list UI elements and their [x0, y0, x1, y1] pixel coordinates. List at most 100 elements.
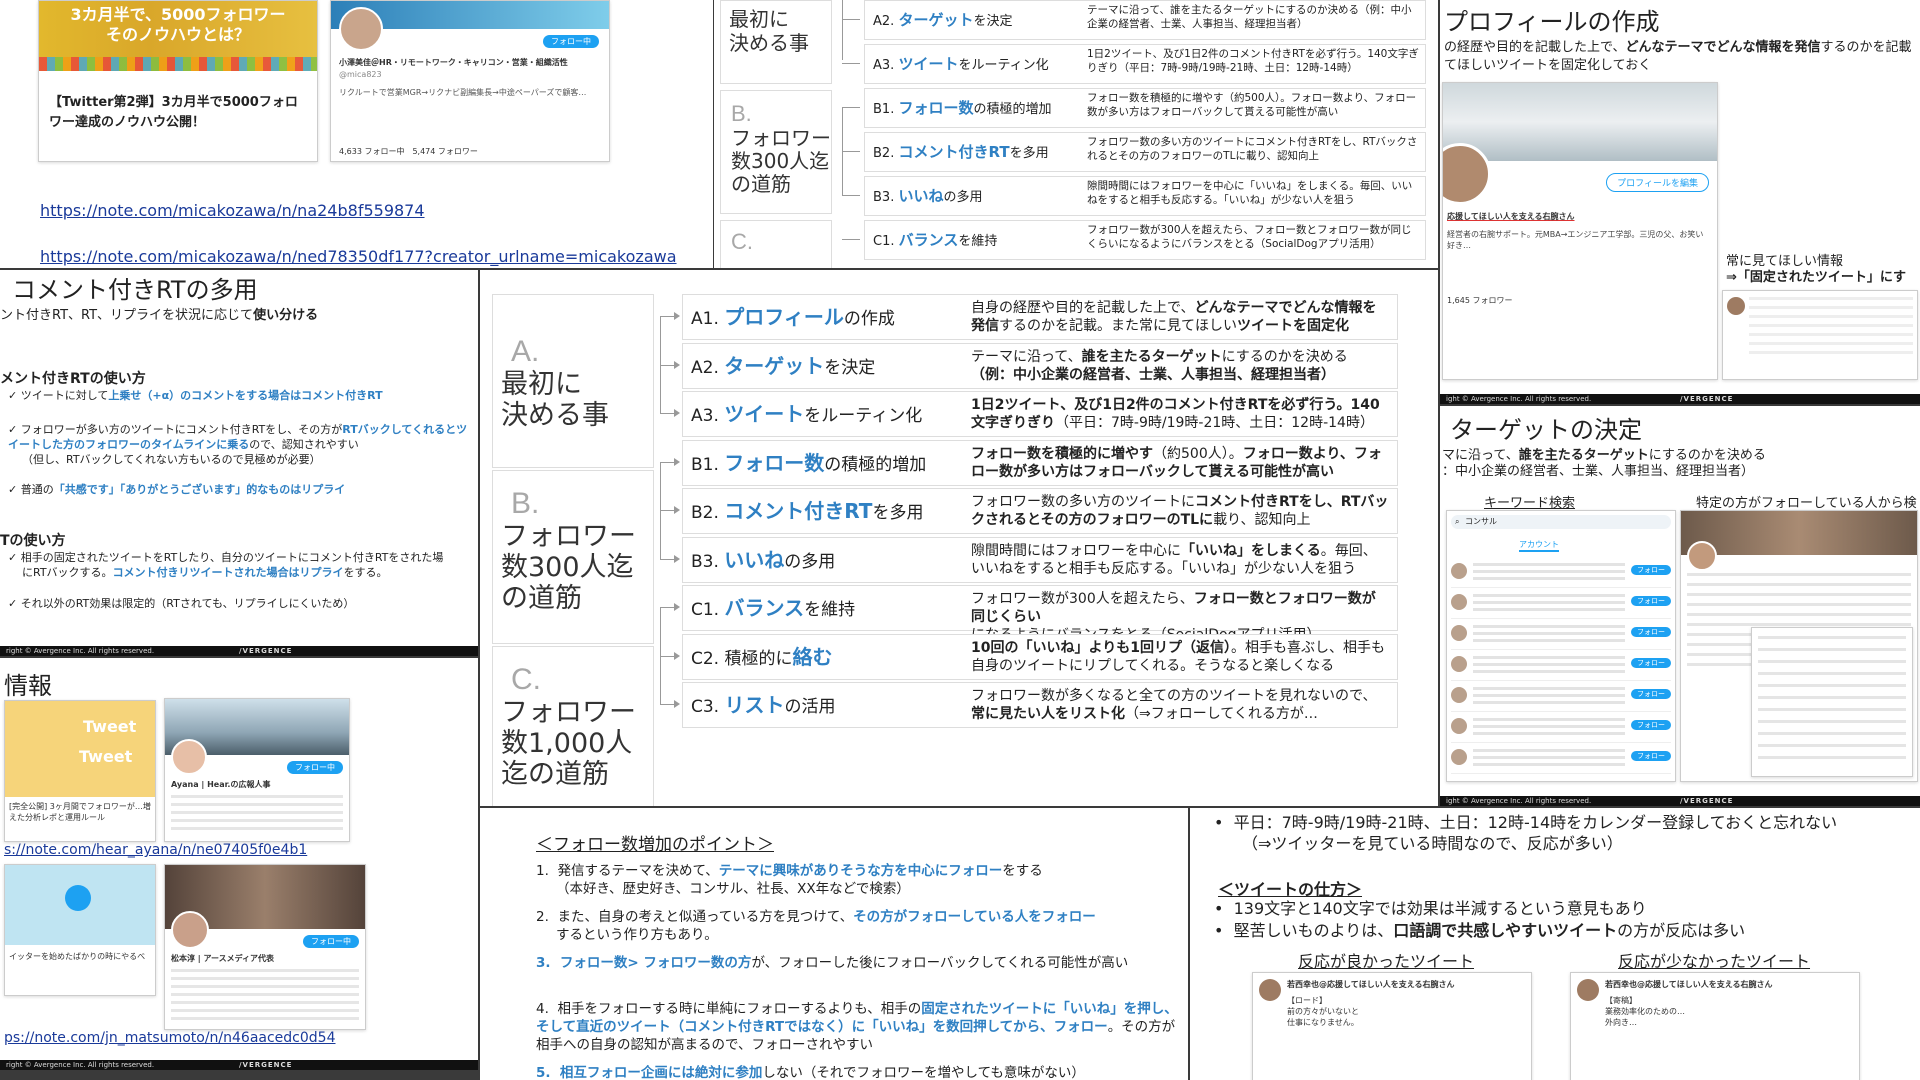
- follow-button[interactable]: フォロー: [1631, 565, 1671, 575]
- tweet-article-card[interactable]: Tweet Tweet [完全公開] 3ヶ月間でフォロワーが…増えた分析レポと運…: [4, 700, 156, 842]
- connector-bracket: [660, 461, 661, 559]
- tab-account[interactable]: アカウント: [1519, 539, 1559, 552]
- row-tail: を維持: [958, 234, 998, 249]
- target-panel: ターゲットの決定 マに沿って、誰を主たるターゲットにするのかを決める ：中小企業…: [1440, 406, 1920, 806]
- framework-row: A1. プロフィールの作成 自身の経歴や目的を記載した上で、どんなテーマでどんな情…: [682, 294, 1398, 340]
- bird-illustration: [5, 865, 155, 945]
- phase-a-card: 最初に 決める事: [720, 0, 832, 84]
- framework-row: B2. コメント付きRTを多用 フォロワー数の多い方のツイートにコメント付きRTを…: [682, 488, 1398, 534]
- avatar: [171, 739, 207, 775]
- follow-points-panel: ＜フォロー数増加のポイント＞ 1. 発信するテーマを決めて、テーマに興味がありそ…: [480, 808, 1188, 1080]
- follow-button[interactable]: フォロー: [1631, 658, 1671, 668]
- comment-rt-panel: コメント付きRTの多用 ント付きRT、RT、リプライを状況に応じて使い分ける メ…: [0, 270, 478, 656]
- follow-button[interactable]: フォロー中: [287, 761, 343, 774]
- c1-kw: コメント付きリツイートされた場合はリプライ: [112, 566, 344, 579]
- desc-a: テーマに沿って、: [971, 348, 1082, 365]
- c2-text: それ以外のRT効果は限定的（RTされても、リプライしにくいため）: [20, 597, 355, 610]
- edit-profile-button[interactable]: プロフィールを編集: [1606, 173, 1709, 192]
- list-item[interactable]: フォロー: [1451, 557, 1671, 588]
- follow-button[interactable]: フォロー中: [543, 35, 599, 48]
- brand-logo: /VERGENCE: [1680, 797, 1734, 805]
- good-tweet-text: 【ロード】 前の方々がいないと 仕事になりません。: [1287, 996, 1359, 1027]
- avatar: [1451, 594, 1467, 610]
- list-item[interactable]: フォロー: [1451, 619, 1671, 650]
- follow-button[interactable]: フォロー: [1631, 596, 1671, 606]
- follow-button[interactable]: フォロー: [1631, 751, 1671, 761]
- row-description: フォロワー数の多い方のツイートにコメント付きRTをし、RTバックされるとその方の…: [1087, 136, 1418, 162]
- row-label: B1. フォロー数の積極的増加: [691, 441, 926, 485]
- info-footer: right © Avergence Inc. All rights reserv…: [0, 1060, 478, 1070]
- row-code: B3.: [873, 190, 895, 205]
- list-item[interactable]: フォロー: [1451, 588, 1671, 619]
- author-1-card: フォロー中 Ayana | Hear.の広報人事: [164, 698, 350, 842]
- list-item[interactable]: フォロー: [1451, 712, 1671, 743]
- target-footer: ight © Avergence Inc. All rights reserve…: [1440, 796, 1920, 806]
- row-code: B2.: [691, 503, 719, 523]
- row-keyword: ツイート: [898, 55, 959, 73]
- connector-line: [842, 239, 860, 240]
- bad-tweet-screenshot: 若西幸也@応援してほしい人を支える右腕さん 【寄稿】 業務効率化のための… 外向…: [1570, 972, 1860, 1080]
- tweet-bullet-3: • 堅苦しいものよりは、口語調で共感しやすいツイートの方が反応は多い: [1214, 921, 1746, 940]
- row-label: B3. いいねの多用: [873, 177, 983, 215]
- bullet3-suffix: の方が反応は多い: [1617, 921, 1746, 940]
- c1-line2: にRTバックする。: [22, 566, 113, 579]
- row-description: 1日2ツイート、及び1日2件のコメント付きRTを必ず行う。140文字ぎりぎり（平…: [971, 396, 1389, 432]
- b1-kw: 上乗せ（+α）のコメントをする場合はコメント付きRT: [108, 389, 383, 402]
- b2-prefix: フォロワーが多い方のツイートにコメント付きRTをし、その方が: [20, 423, 343, 436]
- search-input[interactable]: ⌕ コンサル: [1451, 515, 1671, 529]
- row-description: 自身の経歴や目的を記載した上で、どんなテーマでどんな情報を発信するのかを記載。ま…: [971, 299, 1389, 335]
- phase-b-card: B. フォロワー 数300人迄 の道筋: [492, 470, 654, 644]
- row-tail: の積極的増加: [824, 454, 927, 475]
- author-2-name: 松本淳 | アースメディア代表: [171, 954, 275, 963]
- row-tail: の作成: [843, 309, 895, 329]
- connector-line: [842, 195, 860, 196]
- author-1-name: Ayana | Hear.の広報人事: [171, 780, 271, 789]
- article-card[interactable]: 3カ月半で、5000フォロワー そのノウハウとは？ 【Twitter第2弾】3カ…: [38, 0, 318, 162]
- note-link-2[interactable]: https://note.com/micakozawa/n/ned78350df…: [40, 247, 677, 266]
- profile-footer: ight © Avergence Inc. All rights reserve…: [1440, 394, 1920, 404]
- list-item[interactable]: フォロー: [1451, 681, 1671, 712]
- row-label: C1. バランスを維持: [873, 221, 997, 259]
- info-link-2[interactable]: ps://note.com/jn_matsumoto/n/n46aacedc0d…: [4, 1030, 336, 1046]
- avatar: [1451, 749, 1467, 765]
- row-description: 1日2ツイート、及び1日2件のコメント付きRTを必ず行う。140文字ぎりぎり（平…: [1087, 48, 1419, 74]
- list-item[interactable]: フォロー: [1451, 650, 1671, 681]
- follow-button[interactable]: フォロー: [1631, 720, 1671, 730]
- framework-row: B2. コメント付きRTを多用 フォロワー数の多い方のツイートにコメント付きRTを…: [864, 132, 1426, 172]
- copyright: right © Avergence Inc. All rights reserv…: [6, 1061, 155, 1069]
- list-item[interactable]: フォロー: [1451, 743, 1671, 774]
- desc-c: （約500人）。: [1153, 445, 1243, 462]
- follow-button[interactable]: フォロー: [1631, 689, 1671, 699]
- profile-panel-intro: の経歴や目的を記載した上で、どんなテーマでどんな情報を発信するのかを記載: [1444, 36, 1912, 55]
- connector-arrow-icon: [674, 700, 680, 708]
- note-link-1[interactable]: https://note.com/micakozawa/n/na24b8f559…: [40, 201, 425, 220]
- profile-stats: 4,633 フォロー中 5,474 フォロワー: [339, 147, 478, 156]
- follower-list-screenshot: [1680, 510, 1918, 782]
- good-tweet-label: 反応が良かったツイート: [1298, 952, 1475, 971]
- tweet-method-heading: ＜ツイートの仕方＞: [1218, 880, 1363, 899]
- bullet1-text: 平日：7時-9時/19時-21時、土日：12時-14時をカレンダー登録しておくと…: [1233, 813, 1838, 832]
- row-tail: をルーティン化: [958, 58, 1049, 73]
- connector-arrow-icon: [674, 651, 680, 660]
- row-keyword: コメント付きRT: [724, 499, 873, 523]
- row-code: C1.: [873, 234, 895, 249]
- rt-bullet-2: ✓ フォロワーが多い方のツイートにコメント付きRTをし、その方がRTバックしてく…: [8, 422, 474, 467]
- p2-prefix: また、自身の考えと似通っている方を見つけて、: [557, 909, 854, 925]
- brand-logo: /VERGENCE: [239, 1061, 293, 1069]
- framework-row: C1. バランスを維持 フォロワー数が300人を超えたら、フォロー数とフォロワー数…: [682, 585, 1398, 643]
- target-panel-title: ターゲットの決定: [1450, 416, 1642, 444]
- row-code: A1.: [691, 309, 719, 329]
- author-2-card: フォロー中 松本淳 | アースメディア代表: [164, 864, 366, 1030]
- connector-line: [842, 151, 860, 152]
- info-link-1[interactable]: s://note.com/hear_ayana/n/ne07405f0e4b1: [4, 842, 307, 858]
- tweet-word-1: Tweet: [83, 717, 137, 736]
- follow-button[interactable]: フォロー中: [303, 935, 359, 948]
- desc-d: （例：中小企業の経営者、士業、人事担当、経理担当者）: [971, 366, 1335, 383]
- row-keyword: フォロー数: [898, 99, 974, 117]
- follow-button[interactable]: フォロー: [1631, 627, 1671, 637]
- row-label: C2. 積極的に絡む: [691, 635, 833, 679]
- tweet-illustration-card[interactable]: イッターを始めたばかりの時にやるべ: [4, 864, 156, 996]
- phase-a-letter: A.: [511, 335, 540, 368]
- brand-logo: /VERGENCE: [239, 647, 293, 655]
- framework-row: B1. フォロー数の積極的増加 フォロー数を積極的に増やす（約500人）。フォロー…: [682, 439, 1398, 486]
